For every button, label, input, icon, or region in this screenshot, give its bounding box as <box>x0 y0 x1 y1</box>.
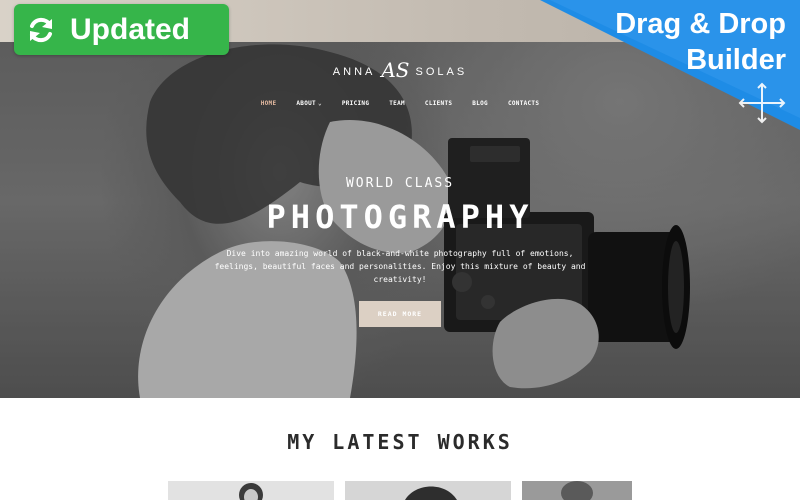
work-thumbnail-2[interactable] <box>345 481 511 500</box>
nav-item-team[interactable]: TEAM <box>379 100 415 107</box>
read-more-button[interactable]: READ MORE <box>359 301 441 327</box>
nav-item-about-label: ABOUT <box>296 100 316 107</box>
works-gallery <box>168 481 632 500</box>
latest-works-title: MY LATEST WORKS <box>287 430 513 454</box>
hero-description: Dive into amazing world of black-and-whi… <box>214 249 586 284</box>
logo-last-name: SOLAS <box>415 66 468 78</box>
move-arrows-icon <box>738 82 786 124</box>
hero-headline: PHOTOGRAPHY <box>266 198 534 236</box>
logo-monogram: AS <box>381 58 410 82</box>
nav-item-blog[interactable]: BLOG <box>462 100 498 107</box>
work-thumbnail-3[interactable] <box>522 481 632 500</box>
refresh-icon <box>30 17 52 42</box>
nav-item-pricing[interactable]: PRICING <box>332 100 379 107</box>
dnd-line-1: Drag & Drop <box>615 8 786 40</box>
nav-item-about[interactable]: ABOUT ⌄ <box>286 100 331 107</box>
dnd-line-2: Builder <box>686 44 786 76</box>
nav-item-home[interactable]: HOME <box>251 100 287 107</box>
updated-label: Updated <box>70 12 190 46</box>
work-image-1 <box>168 481 334 500</box>
nav-item-clients[interactable]: CLIENTS <box>415 100 462 107</box>
work-image-2 <box>345 481 511 500</box>
work-thumbnail-1[interactable] <box>168 481 334 500</box>
updated-badge: Updated <box>14 4 229 55</box>
logo-first-name: ANNA <box>332 66 376 78</box>
chevron-down-icon: ⌄ <box>317 100 322 107</box>
work-image-3 <box>522 481 632 500</box>
hero-eyebrow: WORLD CLASS <box>345 176 455 191</box>
dnd-text: Drag & Drop Builder <box>586 6 786 78</box>
